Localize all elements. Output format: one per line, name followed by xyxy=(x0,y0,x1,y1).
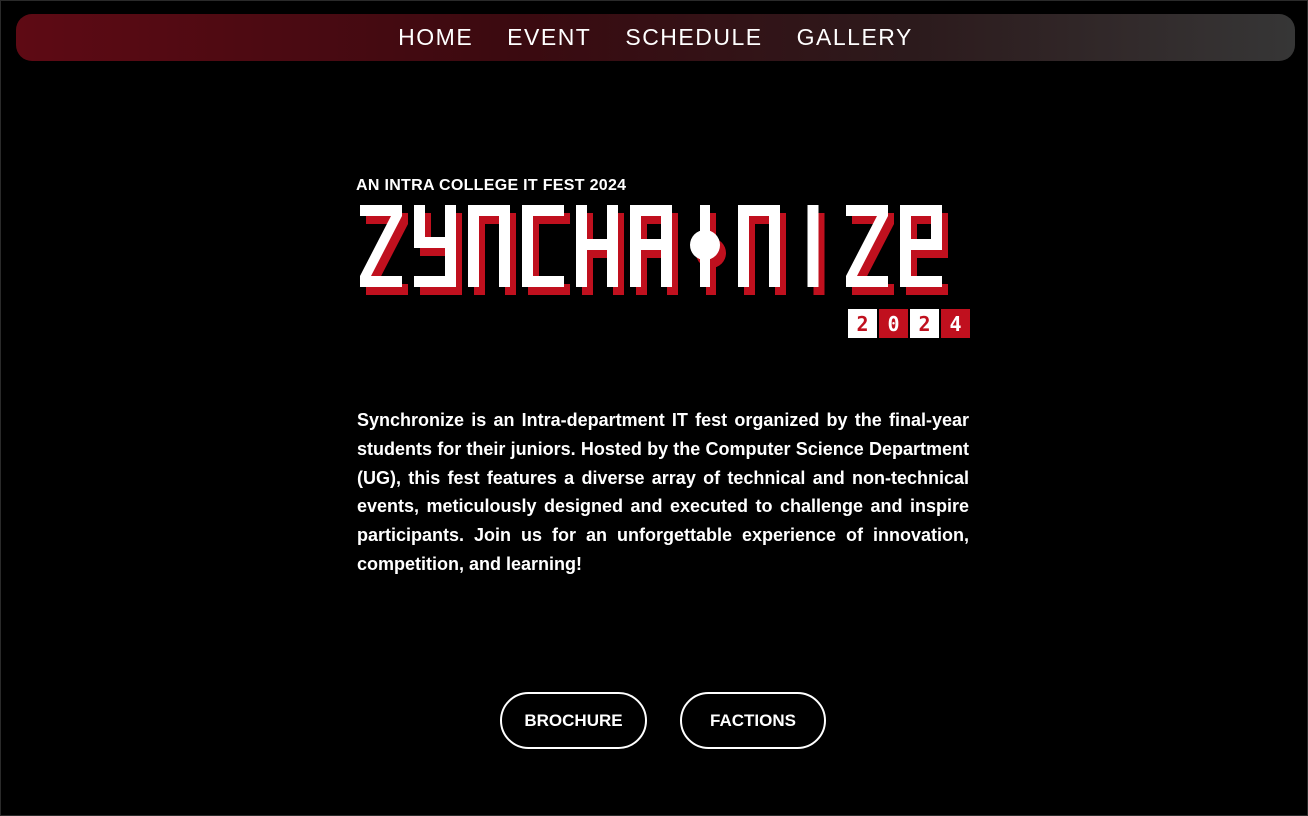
svg-text:2: 2 xyxy=(856,312,868,336)
nav-gallery-link[interactable]: GALLERY xyxy=(797,24,913,51)
svg-text:0: 0 xyxy=(887,312,899,336)
nav-home-link[interactable]: HOME xyxy=(398,24,473,51)
factions-button[interactable]: FACTIONS xyxy=(680,692,826,749)
nav-event-link[interactable]: EVENT xyxy=(507,24,591,51)
logo-year-badge: 2024 xyxy=(848,309,970,338)
brochure-button[interactable]: BROCHURE xyxy=(500,692,647,749)
hero-section: AN INTRA COLLEGE IT FEST 2024 2024 xyxy=(356,177,972,343)
top-navbar: HOME EVENT SCHEDULE GALLERY xyxy=(16,14,1295,61)
page-frame: HOME EVENT SCHEDULE GALLERY AN INTRA COL… xyxy=(0,0,1308,816)
hero-tagline: AN INTRA COLLEGE IT FEST 2024 xyxy=(356,177,627,194)
svg-text:4: 4 xyxy=(949,312,961,336)
nav-schedule-link[interactable]: SCHEDULE xyxy=(625,24,762,51)
synchronize-logo: 2024 xyxy=(360,205,970,338)
svg-text:2: 2 xyxy=(918,312,930,336)
hero-description: Synchronize is an Intra-department IT fe… xyxy=(357,410,969,574)
